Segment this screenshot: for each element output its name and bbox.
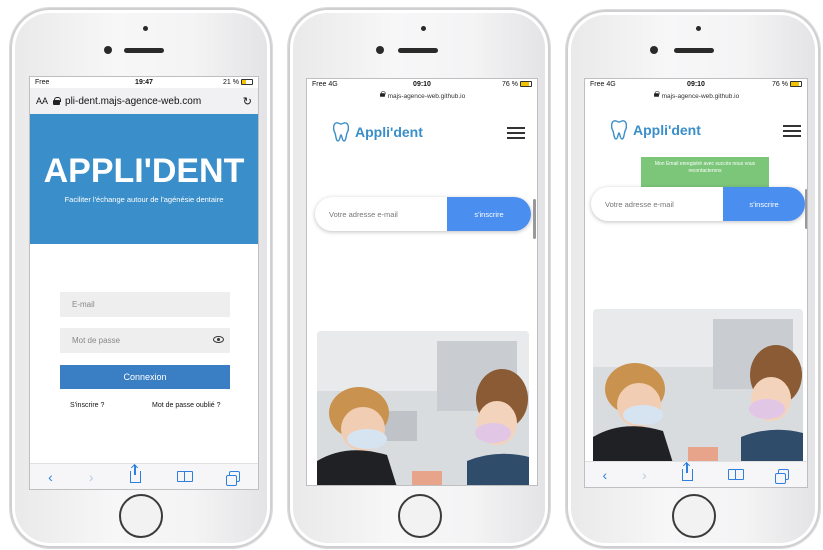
forward-icon[interactable]: › [642, 467, 647, 483]
tabs-icon[interactable] [775, 469, 790, 484]
tabs-icon[interactable] [225, 471, 240, 486]
share-icon[interactable] [681, 462, 693, 481]
battery-indicator: 21 % [223, 79, 253, 86]
forgot-password-link[interactable]: Mot de passe oublié ? [152, 402, 221, 409]
dental-photo-illustration [317, 331, 529, 485]
home-button[interactable] [119, 494, 163, 538]
sensor-dot [421, 26, 426, 31]
brand-logo[interactable]: Appli'dent [332, 121, 423, 143]
phone-frame-1: Free 19:47 21 % AA pli-dent.majs-agence-… [10, 8, 272, 548]
tooth-icon [332, 121, 350, 143]
safari-toolbar: ‹ › [585, 461, 807, 487]
status-bar: Free 19:47 21 % [30, 77, 258, 88]
url-value: majs-agence-web.github.io [661, 93, 740, 100]
dental-photo [593, 309, 803, 463]
email-placeholder: Votre adresse e-mail [329, 209, 398, 219]
eye-icon[interactable] [213, 336, 224, 343]
hamburger-menu-icon[interactable] [507, 127, 525, 139]
bookmarks-icon[interactable] [727, 469, 744, 480]
earpiece-speaker [674, 48, 714, 53]
front-camera [376, 46, 384, 54]
battery-icon [520, 81, 532, 88]
phone-screen-1: Free 19:47 21 % AA pli-dent.majs-agence-… [29, 76, 259, 490]
dental-photo [317, 331, 529, 485]
hero-banner: APPLI'DENT Faciliter l'échange autour de… [30, 114, 258, 244]
sensor-dot [143, 26, 148, 31]
battery-label: 76 % [772, 81, 788, 88]
earpiece-speaker [398, 48, 438, 53]
password-input[interactable]: Mot de passe [60, 328, 230, 353]
phone-screen-3: Free 4G 09:10 76 % majs-agence-web.githu… [584, 78, 808, 488]
share-icon[interactable] [129, 464, 141, 483]
success-toast: Mon Email enregistré avec succès nous vo… [641, 157, 769, 191]
app-tagline: Faciliter l'échange autour de l'agénésie… [64, 195, 224, 204]
url-text[interactable]: pli-dent.majs-agence-web.com [65, 96, 201, 107]
battery-label: 76 % [502, 81, 518, 88]
password-placeholder: Mot de passe [72, 336, 121, 345]
email-placeholder: Votre adresse e-mail [605, 199, 674, 209]
forward-icon[interactable]: › [89, 469, 94, 485]
dental-photo-illustration [593, 309, 803, 463]
lock-icon [53, 97, 62, 105]
phone-frame-2: Free 4G 09:10 76 % majs-agence-web.githu… [288, 8, 550, 548]
earpiece-speaker [124, 48, 164, 53]
signup-button[interactable]: s'inscrire [723, 187, 805, 221]
battery-label: 21 % [223, 79, 239, 86]
front-camera [650, 46, 658, 54]
lock-icon [379, 91, 386, 97]
login-button[interactable]: Connexion [60, 365, 230, 389]
back-icon[interactable]: ‹ [602, 467, 607, 483]
safari-toolbar: ‹ › [30, 463, 258, 489]
phone-frame-3: Free 4G 09:10 76 % majs-agence-web.githu… [566, 10, 820, 548]
phone-screen-2: Free 4G 09:10 76 % majs-agence-web.githu… [306, 78, 538, 486]
hamburger-menu-icon[interactable] [783, 125, 801, 137]
signup-link[interactable]: S'inscrire ? [70, 402, 104, 409]
text-size-button[interactable]: AA [36, 96, 48, 106]
brand-name: Appli'dent [355, 124, 423, 140]
scrollbar[interactable] [805, 189, 807, 229]
sensor-dot [696, 26, 701, 31]
battery-icon [241, 79, 253, 86]
signup-button[interactable]: s'inscrire [447, 197, 531, 231]
brand-logo[interactable]: Appli'dent [610, 119, 701, 141]
status-bar: Free 4G 09:10 76 % [307, 79, 537, 90]
scrollbar[interactable] [533, 199, 536, 239]
status-bar: Free 4G 09:10 76 % [585, 79, 807, 90]
url-text[interactable]: majs-agence-web.github.io [585, 90, 807, 100]
home-button[interactable] [672, 494, 716, 538]
url-value: majs-agence-web.github.io [387, 93, 466, 100]
battery-indicator: 76 % [502, 81, 532, 88]
lock-icon [653, 91, 660, 97]
reload-icon[interactable]: ↻ [243, 95, 252, 108]
url-text[interactable]: majs-agence-web.github.io [307, 90, 537, 100]
battery-indicator: 76 % [772, 81, 802, 88]
bookmarks-icon[interactable] [176, 471, 193, 482]
email-input[interactable]: E-mail [60, 292, 230, 317]
battery-icon [790, 81, 802, 88]
home-button[interactable] [398, 494, 442, 538]
front-camera [104, 46, 112, 54]
back-icon[interactable]: ‹ [48, 469, 53, 485]
tooth-icon [610, 119, 628, 141]
browser-address-bar[interactable]: AA pli-dent.majs-agence-web.com ↻ [30, 88, 258, 114]
brand-name: Appli'dent [633, 122, 701, 138]
app-title: APPLI'DENT [43, 152, 245, 190]
